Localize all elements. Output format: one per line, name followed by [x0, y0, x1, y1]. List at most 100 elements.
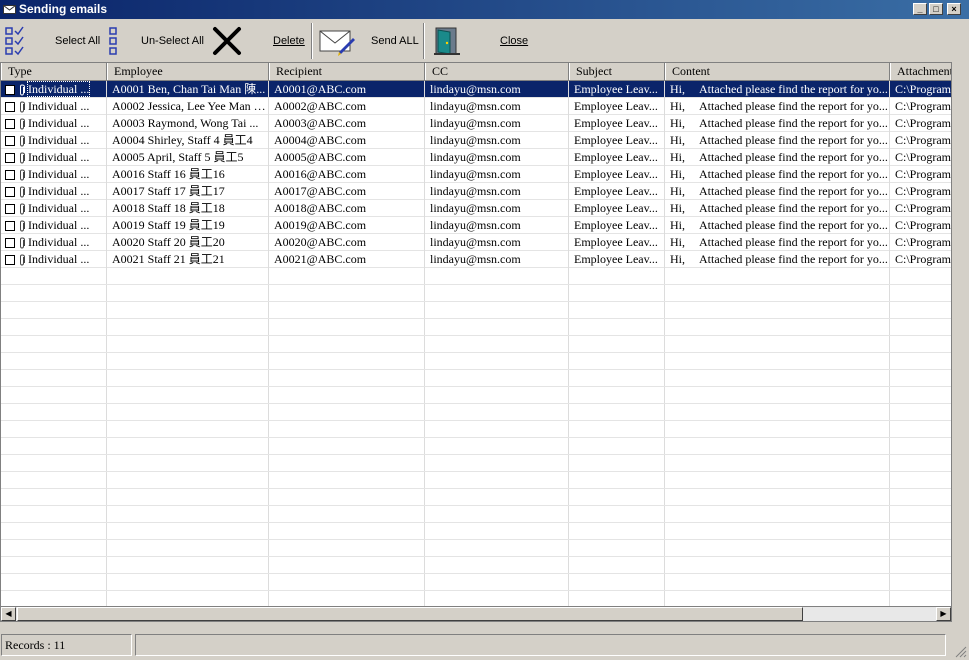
table-row[interactable]: Individual ... A0017 Staff 17 員工17 A0017@A… — [1, 183, 951, 200]
row-type-text: Individual ... — [28, 167, 90, 181]
cell-type: Individual ... — [1, 81, 107, 98]
scroll-thumb[interactable] — [17, 607, 803, 621]
cell-recipient: A0016@ABC.com — [269, 166, 425, 183]
cell-type: Individual ... — [1, 115, 107, 132]
empty-row-line — [1, 590, 951, 591]
row-checkbox[interactable] — [5, 221, 15, 232]
column-header-content[interactable]: Content — [665, 63, 890, 80]
cell-recipient: A0004@ABC.com — [269, 132, 425, 149]
cell-attachment: C:\Program — [890, 166, 951, 183]
row-checkbox[interactable] — [5, 136, 15, 147]
cell-cc: lindayu@msn.com — [425, 149, 569, 166]
cell-content: Hi, Attached please find the report for y… — [665, 251, 890, 268]
empty-row-line — [1, 301, 951, 302]
send-all-button[interactable]: Send ALL — [319, 20, 419, 62]
table-row[interactable]: Individual ... A0004 Shirley, Staff 4 員工4… — [1, 132, 951, 149]
close-label: Close — [500, 35, 529, 47]
content-body: Attached please find the report for yo..… — [699, 201, 888, 215]
cell-content: Hi, Attached please find the report for y… — [665, 115, 890, 132]
cell-cc: lindayu@msn.com — [425, 132, 569, 149]
cell-employee: A0019 Staff 19 員工19 — [107, 217, 269, 234]
content-body: Attached please find the report for yo..… — [699, 116, 888, 130]
content-body: Attached please find the report for yo..… — [699, 167, 888, 181]
row-checkbox[interactable] — [5, 170, 15, 181]
table-row[interactable]: Individual ... A0002 Jessica, Lee Yee Man… — [1, 98, 951, 115]
cell-subject: Employee Leav... — [569, 166, 665, 183]
row-checkbox[interactable] — [5, 102, 15, 113]
table-row[interactable]: Individual ... A0019 Staff 19 員工19 A0019@A… — [1, 217, 951, 234]
horizontal-scrollbar[interactable]: ◀ ▶ — [0, 606, 952, 622]
content-body: Attached please find the report for yo..… — [699, 235, 888, 249]
cell-attachment: C:\Program — [890, 183, 951, 200]
column-header-recipient[interactable]: Recipient — [269, 63, 425, 80]
cell-subject: Employee Leav... — [569, 115, 665, 132]
delete-x-icon — [213, 27, 241, 55]
cell-cc: lindayu@msn.com — [425, 166, 569, 183]
scroll-right-icon[interactable]: ▶ — [936, 607, 951, 621]
cell-cc: lindayu@msn.com — [425, 251, 569, 268]
cell-content: Hi, Attached please find the report for y… — [665, 166, 890, 183]
cell-employee: A0002 Jessica, Lee Yee Man 李... — [107, 98, 269, 115]
scroll-left-icon[interactable]: ◀ — [1, 607, 16, 621]
content-greeting: Hi, — [670, 201, 685, 215]
column-header-cc[interactable]: CC — [425, 63, 569, 80]
column-header-attachment[interactable]: Attachment — [890, 63, 951, 80]
empty-row-line — [1, 454, 951, 455]
table-row[interactable]: Individual ... A0016 Staff 16 員工16 A0016@A… — [1, 166, 951, 183]
cell-employee: A0020 Staff 20 員工20 — [107, 234, 269, 251]
cell-employee: A0001 Ben, Chan Tai Man 陳... — [107, 81, 269, 98]
table-row[interactable]: Individual ... A0001 Ben, Chan Tai Man 陳.… — [1, 81, 951, 98]
empty-row-line — [1, 335, 951, 336]
content-body: Attached please find the report for yo..… — [699, 184, 888, 198]
cell-recipient: A0020@ABC.com — [269, 234, 425, 251]
cell-content: Hi, Attached please find the report for y… — [665, 98, 890, 115]
empty-row-line — [1, 488, 951, 489]
column-header-type[interactable]: Type — [1, 63, 107, 80]
empty-row-line — [1, 318, 951, 319]
table-row[interactable]: Individual ... A0018 Staff 18 員工18 A0018@A… — [1, 200, 951, 217]
row-type-text: Individual ... — [28, 150, 90, 164]
content-greeting: Hi, — [670, 133, 685, 147]
row-type-text: Individual ... — [26, 81, 91, 97]
table-row[interactable]: Individual ... A0020 Staff 20 員工20 A0020@A… — [1, 234, 951, 251]
content-body: Attached please find the report for yo..… — [699, 150, 888, 164]
paperclip-icon — [20, 254, 25, 266]
cell-content: Hi, Attached please find the report for y… — [665, 149, 890, 166]
cell-type: Individual ... — [1, 98, 107, 115]
cell-type: Individual ... — [1, 234, 107, 251]
unselect-all-button[interactable]: Un-Select All — [108, 20, 208, 62]
column-header-subject[interactable]: Subject — [569, 63, 665, 80]
cell-recipient: A0005@ABC.com — [269, 149, 425, 166]
row-type-text: Individual ... — [28, 235, 90, 249]
row-checkbox[interactable] — [5, 85, 15, 96]
cell-recipient: A0001@ABC.com — [269, 81, 425, 98]
content-greeting: Hi, — [670, 82, 685, 96]
row-checkbox[interactable] — [5, 153, 15, 164]
paperclip-icon — [20, 220, 25, 232]
cell-cc: lindayu@msn.com — [425, 81, 569, 98]
select-all-button[interactable]: Select All — [5, 20, 105, 62]
row-type-text: Individual ... — [28, 116, 90, 130]
close-button[interactable]: Close — [432, 20, 532, 62]
row-checkbox[interactable] — [5, 238, 15, 249]
cell-attachment: C:\Program — [890, 234, 951, 251]
maximize-button[interactable]: □ — [929, 3, 943, 15]
email-list-grid[interactable]: Type Employee Recipient CC Subject Conte… — [0, 62, 952, 607]
empty-row-line — [1, 522, 951, 523]
minimize-button[interactable]: _ — [913, 3, 927, 15]
cell-attachment: C:\Program — [890, 115, 951, 132]
resize-grip-icon[interactable] — [955, 646, 967, 658]
row-checkbox[interactable] — [5, 119, 15, 130]
table-row[interactable]: Individual ... A0003 Raymond, Wong Tai ..… — [1, 115, 951, 132]
close-window-button[interactable]: × — [947, 3, 961, 15]
cell-employee: A0004 Shirley, Staff 4 員工4 — [107, 132, 269, 149]
row-checkbox[interactable] — [5, 187, 15, 198]
content-greeting: Hi, — [670, 116, 685, 130]
row-checkbox[interactable] — [5, 255, 15, 266]
table-row[interactable]: Individual ... A0005 April, Staff 5 員工5 A0… — [1, 149, 951, 166]
delete-button[interactable]: Delete — [212, 20, 308, 62]
table-row[interactable]: Individual ... A0021 Staff 21 員工21 A0021@A… — [1, 251, 951, 268]
cell-subject: Employee Leav... — [569, 217, 665, 234]
column-header-employee[interactable]: Employee — [107, 63, 269, 80]
row-checkbox[interactable] — [5, 204, 15, 215]
